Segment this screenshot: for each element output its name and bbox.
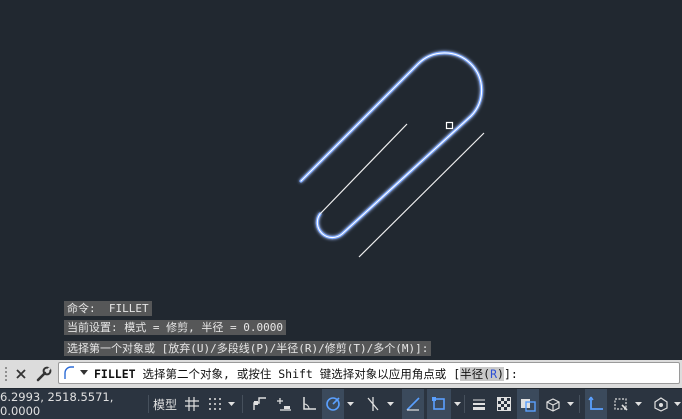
object-snap-tracking-icon[interactable] [402, 389, 424, 419]
line-object[interactable] [319, 123, 408, 215]
infer-constraints-icon[interactable] [250, 389, 270, 419]
grid-icon[interactable] [181, 389, 203, 419]
dynamic-input-icon[interactable] [273, 389, 295, 419]
wrench-icon[interactable] [34, 360, 54, 388]
divider [148, 395, 149, 413]
command-history-line: 命令: FILLET [64, 301, 152, 316]
ortho-mode-icon[interactable] [298, 389, 320, 419]
command-history-line: 选择第一个对象或 [放弃(U)/多段线(P)/半径(R)/修剪(T)/多个(M)… [64, 341, 432, 356]
selected-polyline[interactable] [299, 51, 484, 240]
selection-cycling-icon[interactable] [517, 389, 539, 419]
3d-object-snap-icon[interactable] [542, 389, 564, 419]
dynamic-ucs-icon[interactable] [585, 389, 607, 419]
command-prompt: FILLET 选择第二个对象, 或按住 Shift 键选择对象以应用角点或 [半… [94, 366, 518, 382]
selection-filter-icon[interactable] [610, 389, 632, 419]
polar-dropdown-icon[interactable] [345, 389, 355, 419]
close-icon[interactable] [12, 360, 30, 388]
status-bar: 6.2993, 2518.5571, 0.0000 模型 [0, 389, 682, 419]
fillet-command-icon [62, 363, 76, 383]
osnap-dropdown-icon[interactable] [452, 389, 462, 419]
option-radius[interactable]: 半径(R) [460, 367, 504, 381]
snap-dropdown-icon[interactable] [226, 389, 236, 419]
divider [464, 395, 465, 413]
model-tab[interactable]: 模型 [152, 389, 178, 419]
lineweight-icon[interactable] [468, 389, 490, 419]
divider [242, 395, 243, 413]
transparency-icon[interactable] [493, 389, 515, 419]
snap-mode-icon[interactable] [205, 389, 225, 419]
isometric-drafting-icon[interactable] [362, 389, 384, 419]
gizmo-dropdown-icon[interactable] [672, 389, 682, 419]
command-prompt-text: 选择第二个对象, 或按住 Shift 键选择对象以应用角点或 [ [135, 367, 461, 381]
coordinates-readout[interactable]: 6.2993, 2518.5571, 0.0000 [0, 389, 146, 419]
command-prompt-suffix: ]: [503, 367, 518, 381]
filter-dropdown-icon[interactable] [633, 389, 643, 419]
divider [579, 395, 580, 413]
line-object-outer[interactable] [358, 132, 485, 258]
command-history-line: 当前设置: 模式 = 修剪, 半径 = 0.0000 [64, 320, 286, 335]
object-snap-icon[interactable] [427, 389, 451, 419]
pick-cursor [445, 121, 454, 130]
isometric-dropdown-icon[interactable] [385, 389, 395, 419]
command-name: FILLET [94, 367, 136, 381]
polar-tracking-icon[interactable] [322, 389, 344, 419]
recent-commands-dropdown[interactable] [78, 363, 90, 383]
3d-osnap-dropdown-icon[interactable] [565, 389, 575, 419]
grip-icon[interactable] [2, 360, 10, 388]
gizmo-icon[interactable] [650, 389, 672, 419]
